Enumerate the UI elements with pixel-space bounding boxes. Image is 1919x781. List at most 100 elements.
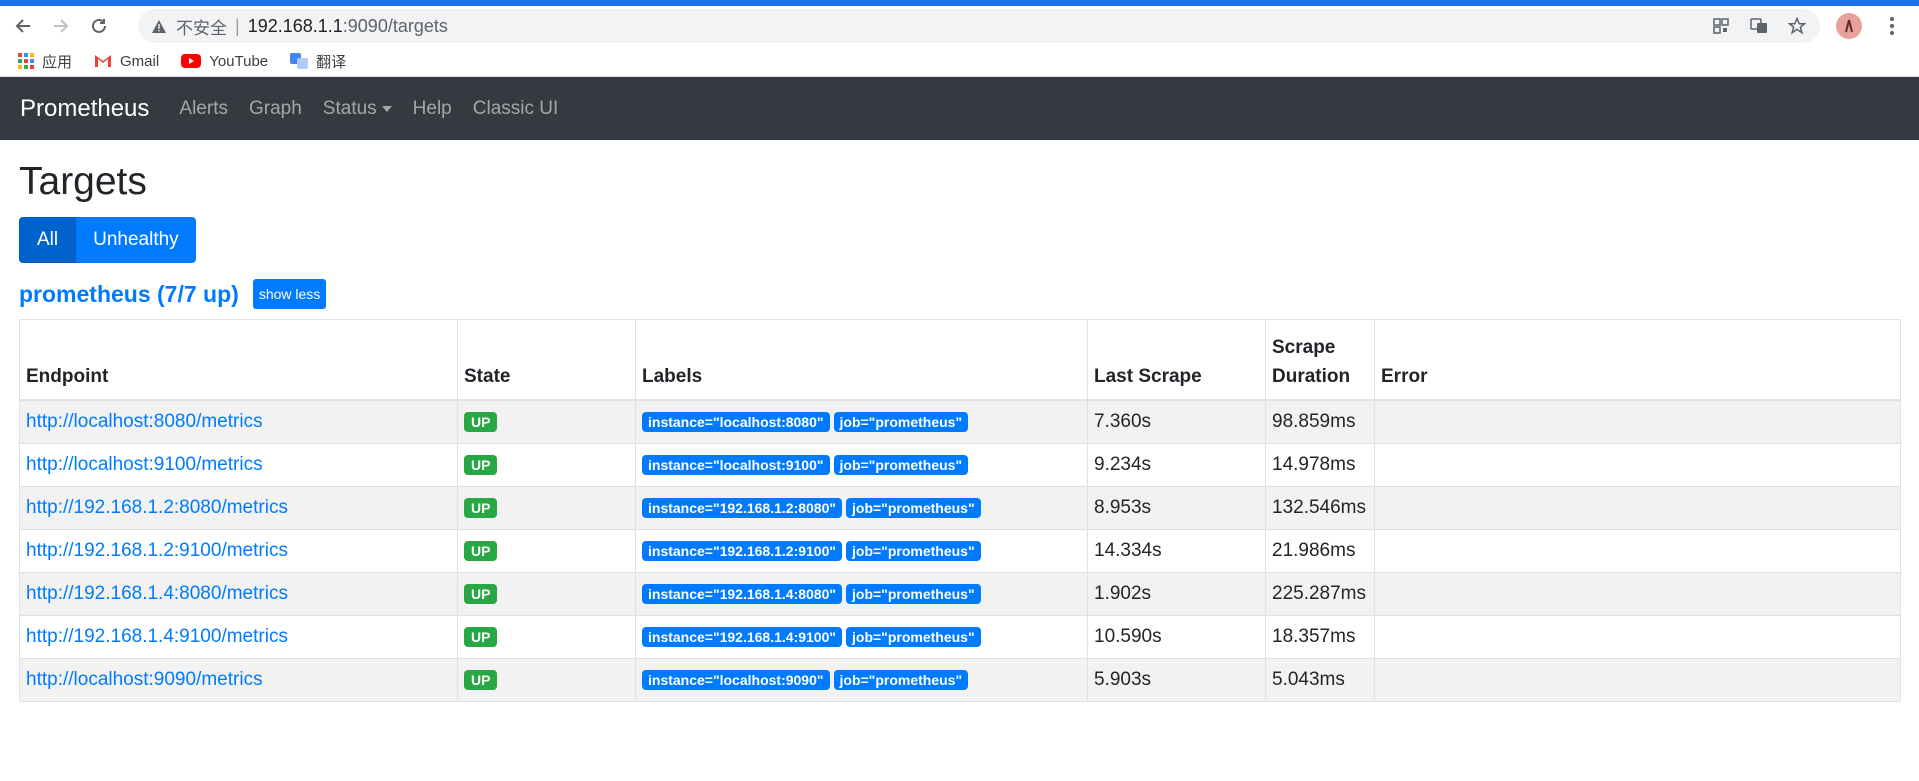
- error-cell: [1374, 443, 1901, 487]
- endpoint-link[interactable]: http://192.168.1.2:9100/metrics: [26, 540, 288, 561]
- job-header: prometheus (7/7 up) show less: [19, 277, 1899, 311]
- header-error: Error: [1374, 319, 1901, 401]
- endpoint-cell: http://localhost:9090/metrics: [19, 658, 458, 702]
- filter-unhealthy-button[interactable]: Unhealthy: [76, 217, 196, 263]
- error-cell: [1374, 486, 1901, 530]
- error-cell: [1374, 529, 1901, 573]
- endpoint-link[interactable]: http://localhost:9090/metrics: [26, 669, 263, 690]
- bookmark-star-icon[interactable]: [1782, 11, 1812, 41]
- endpoint-link[interactable]: http://192.168.1.4:8080/metrics: [26, 583, 288, 604]
- endpoint-cell: http://localhost:9100/metrics: [19, 443, 458, 487]
- endpoint-link[interactable]: http://192.168.1.2:8080/metrics: [26, 497, 288, 518]
- scrape-duration-cell: 14.978ms: [1265, 443, 1375, 487]
- browser-toolbar: 不安全 | 192.168.1.1:9090/targets: [0, 6, 1919, 46]
- header-scrape-duration-line1: Scrape: [1272, 337, 1336, 358]
- url-text: 192.168.1.1:9090/targets: [248, 16, 448, 37]
- last-scrape-cell: 8.953s: [1087, 486, 1266, 530]
- nav-graph[interactable]: Graph: [249, 98, 302, 120]
- bookmark-gmail[interactable]: Gmail: [94, 53, 159, 70]
- browser-menu-icon[interactable]: [1880, 12, 1904, 40]
- job-label-badge: job="prometheus": [846, 627, 981, 647]
- forward-arrow-icon: [54, 19, 69, 33]
- bookmarks-bar: 应用 Gmail YouTube 翻译: [0, 46, 1919, 77]
- instance-label-badge: instance="localhost:9100": [642, 455, 830, 475]
- state-badge: UP: [464, 584, 498, 604]
- apps-grid-icon: [18, 53, 34, 69]
- state-badge: UP: [464, 670, 498, 690]
- endpoint-cell: http://192.168.1.2:8080/metrics: [19, 486, 458, 530]
- job-label-badge: job="prometheus": [833, 412, 969, 432]
- endpoint-cell: http://192.168.1.4:8080/metrics: [19, 572, 458, 616]
- nav-classic-ui[interactable]: Classic UI: [473, 98, 559, 120]
- error-cell: [1374, 399, 1901, 444]
- last-scrape-cell: 10.590s: [1087, 615, 1266, 659]
- table-row: http://192.168.1.2:9100/metrics UP insta…: [19, 529, 1901, 573]
- profile-avatar[interactable]: [1836, 13, 1862, 39]
- nav-help[interactable]: Help: [413, 98, 452, 120]
- qr-code-icon[interactable]: [1706, 11, 1736, 41]
- instance-label-badge: instance="192.168.1.4:8080": [642, 584, 843, 604]
- bookmark-apps[interactable]: 应用: [18, 51, 72, 72]
- bookmark-youtube[interactable]: YouTube: [181, 53, 268, 70]
- google-translate-icon: [290, 53, 309, 69]
- show-less-button[interactable]: show less: [252, 279, 327, 309]
- targets-table: Endpoint State Labels Last Scrape Scrape…: [19, 319, 1901, 702]
- navbar-brand[interactable]: Prometheus: [20, 95, 149, 123]
- back-button[interactable]: [8, 11, 38, 41]
- state-badge: UP: [464, 412, 498, 432]
- page-title: Targets: [19, 160, 147, 203]
- nav-status-dropdown[interactable]: Status: [323, 98, 392, 120]
- state-cell: UP: [457, 443, 636, 487]
- address-bar[interactable]: 不安全 | 192.168.1.1:9090/targets: [138, 9, 1820, 43]
- prometheus-navbar: Prometheus Alerts Graph Status Help Clas…: [0, 77, 1919, 140]
- main-content: Targets All Unhealthy prometheus (7/7 up…: [0, 162, 1919, 702]
- header-scrape-duration: Scrape Duration: [1265, 319, 1375, 401]
- state-cell: UP: [457, 399, 636, 444]
- forward-button[interactable]: [46, 11, 76, 41]
- nav-alerts[interactable]: Alerts: [179, 98, 228, 120]
- last-scrape-cell: 5.903s: [1087, 658, 1266, 702]
- header-labels: Labels: [635, 319, 1088, 401]
- url-host: 192.168.1.1: [247, 15, 343, 36]
- back-arrow-icon: [15, 19, 30, 33]
- state-badge: UP: [464, 455, 498, 475]
- job-label-badge: job="prometheus": [846, 541, 981, 561]
- endpoint-cell: http://192.168.1.4:9100/metrics: [19, 615, 458, 659]
- labels-cell: instance="192.168.1.2:9100" job="promethe…: [635, 529, 1088, 573]
- job-label-badge: job="prometheus": [833, 455, 969, 475]
- error-cell: [1374, 572, 1901, 616]
- youtube-icon: [181, 54, 202, 68]
- instance-label-badge: instance="192.168.1.4:9100": [642, 627, 843, 647]
- job-title-link[interactable]: prometheus (7/7 up): [19, 281, 239, 308]
- url-path: :9090/targets: [342, 15, 448, 36]
- labels-cell: instance="localhost:9100" job="prometheus…: [635, 443, 1088, 487]
- warning-triangle-icon: [152, 19, 166, 33]
- header-endpoint: Endpoint: [19, 319, 458, 401]
- state-cell: UP: [457, 529, 636, 573]
- header-scrape-duration-line2: Duration: [1272, 366, 1351, 387]
- scrape-duration-cell: 132.546ms: [1265, 486, 1375, 530]
- labels-cell: instance="localhost:8080" job="prometheus…: [635, 399, 1088, 444]
- translate-icon[interactable]: [1744, 11, 1774, 41]
- state-badge: UP: [464, 498, 498, 518]
- last-scrape-cell: 7.360s: [1087, 399, 1266, 444]
- endpoint-link[interactable]: http://localhost:8080/metrics: [26, 411, 263, 432]
- reload-icon: [92, 18, 106, 33]
- last-scrape-cell: 1.902s: [1087, 572, 1266, 616]
- job-label-badge: job="prometheus": [833, 670, 969, 690]
- filter-all-button[interactable]: All: [19, 217, 77, 263]
- header-last-scrape: Last Scrape: [1087, 319, 1266, 401]
- last-scrape-cell: 14.334s: [1087, 529, 1266, 573]
- endpoint-link[interactable]: http://localhost:9100/metrics: [26, 454, 263, 475]
- state-badge: UP: [464, 627, 498, 647]
- state-cell: UP: [457, 572, 636, 616]
- error-cell: [1374, 615, 1901, 659]
- reload-button[interactable]: [84, 11, 114, 41]
- state-cell: UP: [457, 615, 636, 659]
- labels-cell: instance="localhost:9090" job="prometheus…: [635, 658, 1088, 702]
- nav-status-label: Status: [322, 97, 377, 119]
- endpoint-cell: http://localhost:8080/metrics: [19, 399, 458, 444]
- endpoint-link[interactable]: http://192.168.1.4:9100/metrics: [26, 626, 288, 647]
- bookmark-apps-label: 应用: [42, 53, 73, 71]
- bookmark-translate[interactable]: 翻译: [290, 51, 346, 72]
